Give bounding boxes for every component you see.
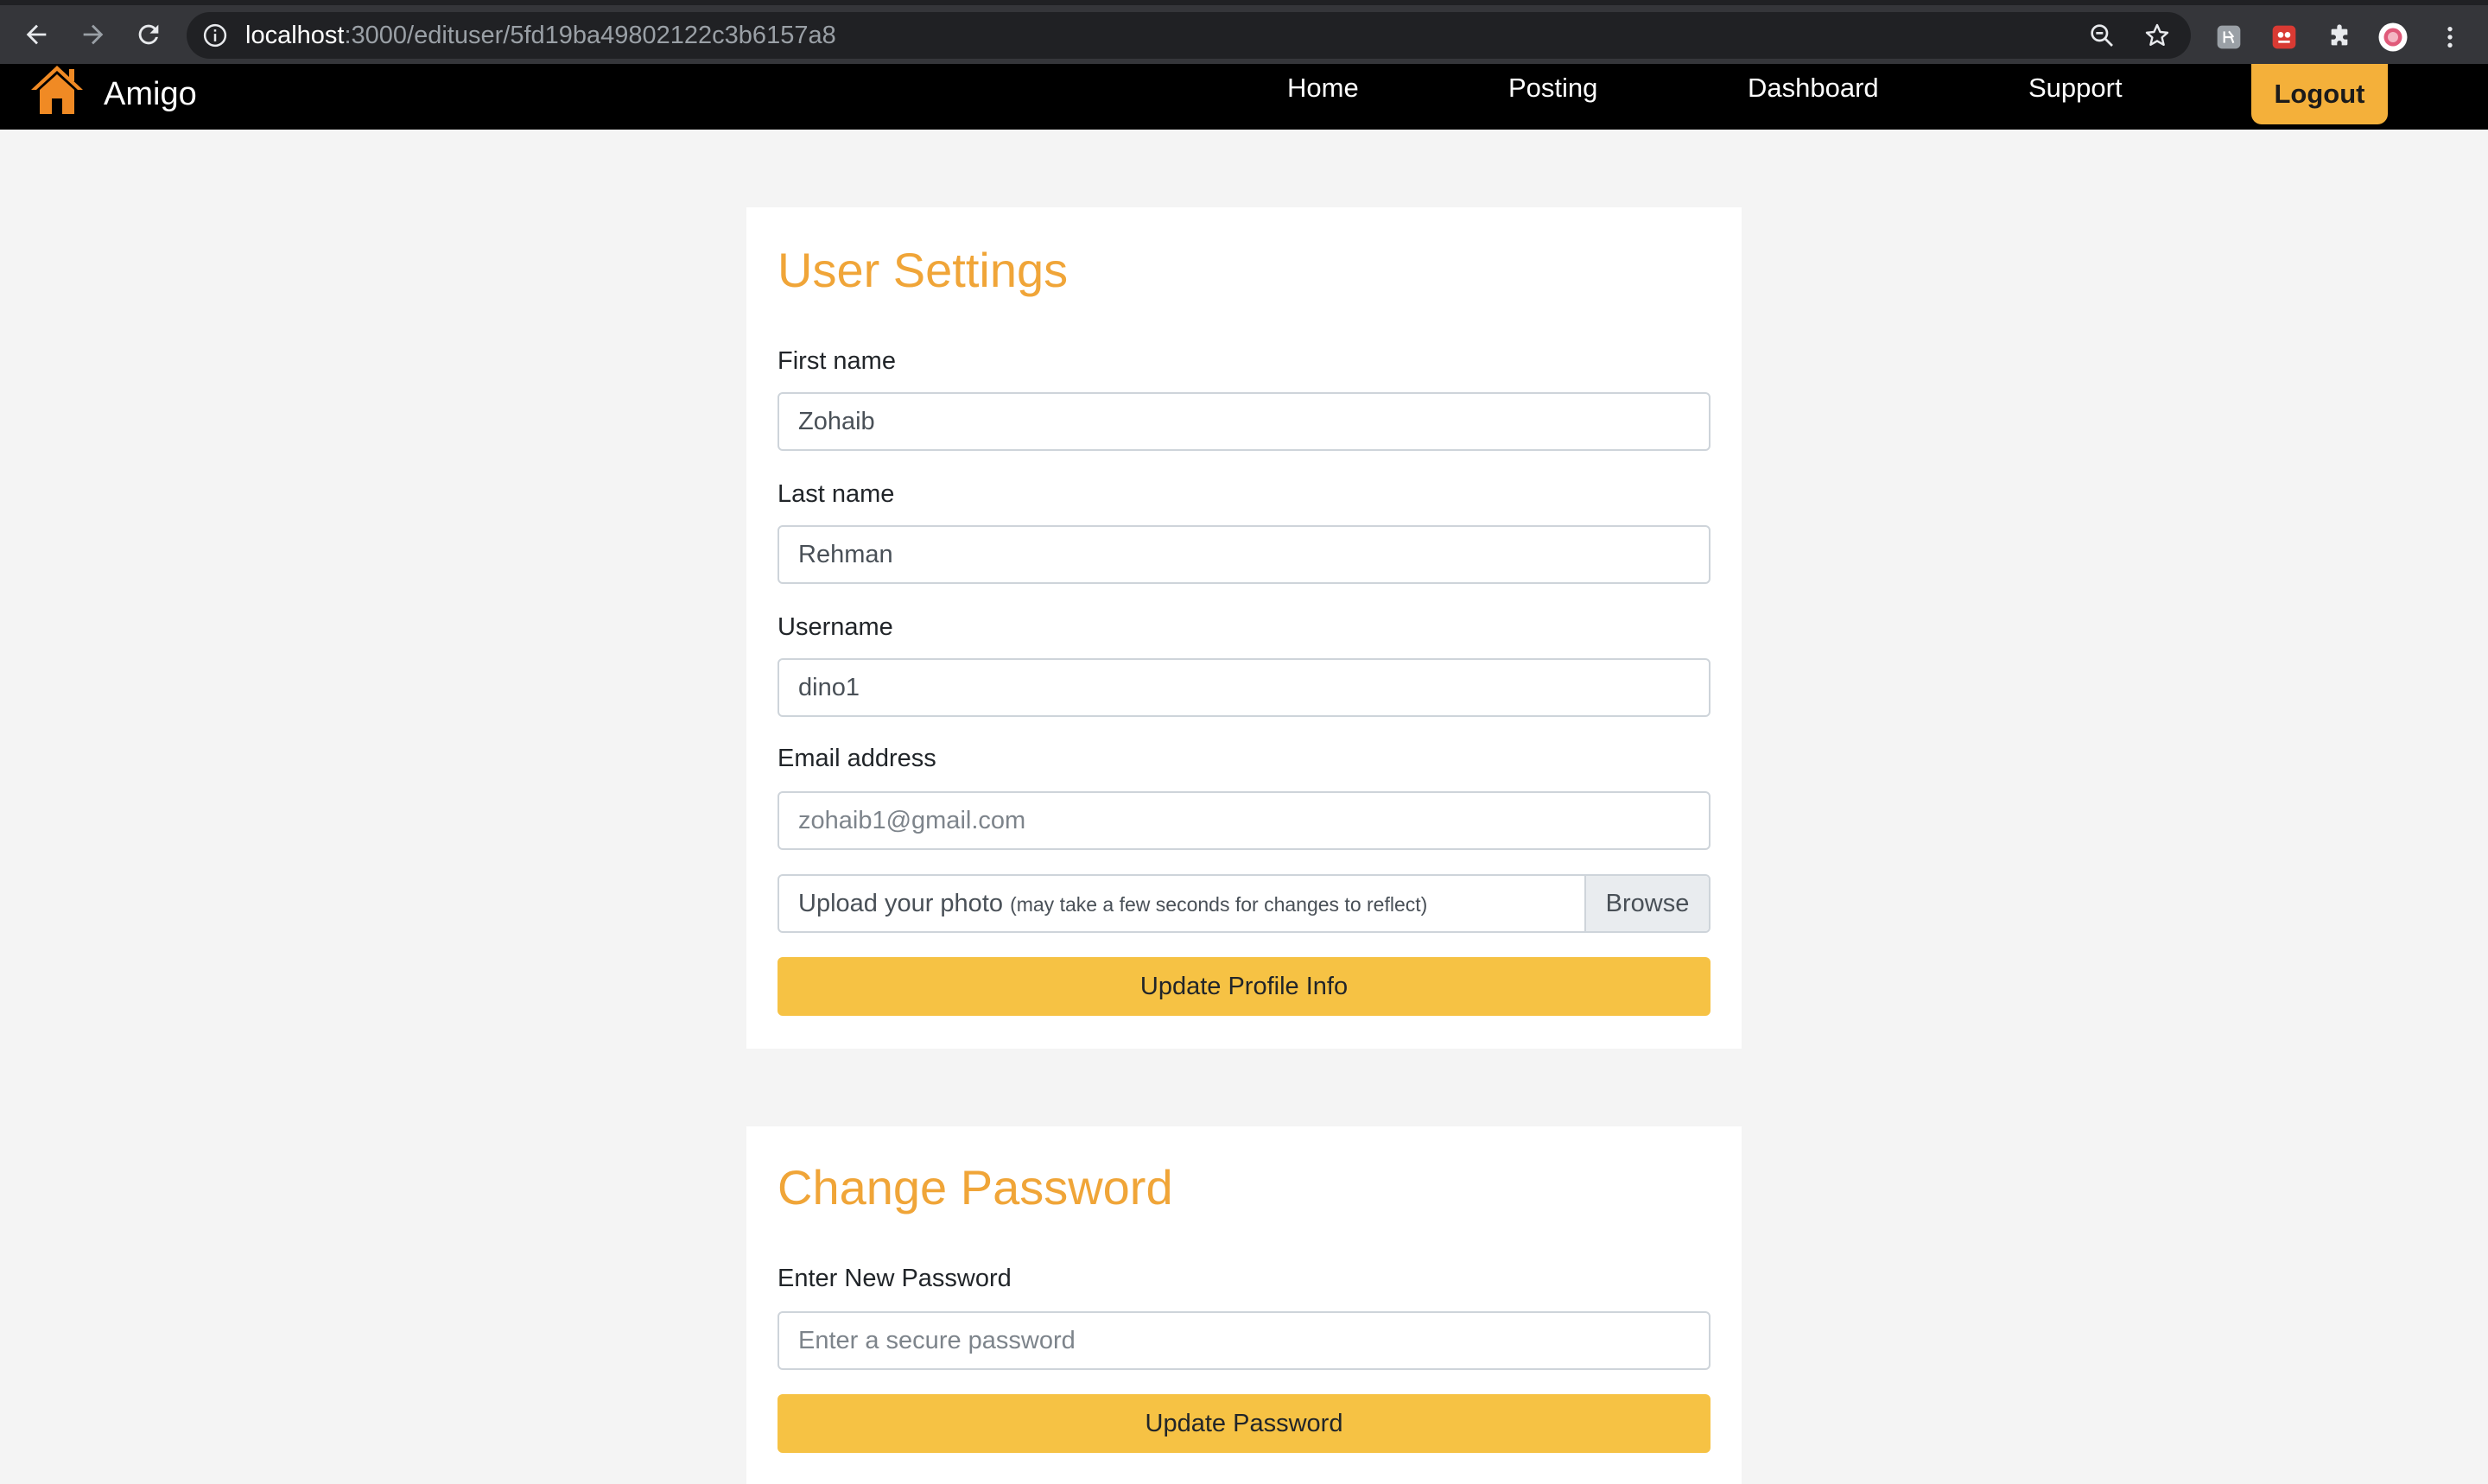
info-icon[interactable] [202,22,228,48]
upload-hint: (may take a few seconds for changes to r… [1010,893,1428,916]
address-bar[interactable]: localhost:3000/edituser/5fd19ba49802122c… [187,12,2191,59]
username-input[interactable] [778,658,1710,717]
first-name-input[interactable] [778,392,1710,451]
nav-link-posting[interactable]: Posting [1508,73,1597,104]
url-path: :3000/edituser/5fd19ba49802122c3b6157a8 [344,22,836,49]
email-label: Email address [778,745,936,772]
username-label: Username [778,613,893,641]
user-settings-card: User Settings First name Last name Usern… [746,207,1742,1049]
back-arrow-icon[interactable] [19,17,54,52]
profile-avatar-icon[interactable] [2377,22,2409,53]
new-password-label: Enter New Password [778,1265,1012,1292]
change-password-title: Change Password [778,1160,1173,1214]
upload-label-text: Upload your photo [798,890,1003,917]
nav-link-home[interactable]: Home [1287,73,1359,104]
bookmark-star-icon[interactable] [2141,19,2174,52]
update-password-button[interactable]: Update Password [778,1394,1710,1453]
home-logo-icon[interactable] [29,64,85,114]
change-password-card: Change Password Enter New Password Updat… [746,1126,1742,1484]
url-text[interactable]: localhost:3000/edituser/5fd19ba49802122c… [245,12,836,59]
browser-toolbar: localhost:3000/edituser/5fd19ba49802122c… [0,0,2488,64]
upload-label: Upload your photo (may take a few second… [798,876,1427,931]
email-input[interactable] [778,791,1710,850]
reload-icon[interactable] [131,17,166,52]
browse-button[interactable]: Browse [1584,876,1709,931]
app-navbar: Amigo Home Posting Dashboard Support Log… [0,64,2488,130]
browser-menu-icon[interactable] [2434,22,2466,53]
photo-upload-field[interactable]: Upload your photo (may take a few second… [778,874,1710,933]
zoom-icon[interactable] [2085,19,2118,52]
last-name-label: Last name [778,480,895,508]
logout-button[interactable]: Logout [2251,64,2388,124]
url-host: localhost [245,22,345,49]
first-name-label: First name [778,347,896,375]
update-profile-button[interactable]: Update Profile Info [778,957,1710,1016]
forward-arrow-icon[interactable] [76,17,111,52]
brand-name[interactable]: Amigo [104,76,197,113]
user-settings-title: User Settings [778,243,1069,297]
last-name-input[interactable] [778,525,1710,584]
extension-icon[interactable] [2213,22,2244,53]
nav-link-dashboard[interactable]: Dashboard [1748,73,1879,104]
extension-red-icon[interactable] [2269,22,2300,53]
extensions-puzzle-icon[interactable] [2324,22,2355,53]
new-password-input[interactable] [778,1311,1710,1370]
nav-link-support[interactable]: Support [2028,73,2123,104]
